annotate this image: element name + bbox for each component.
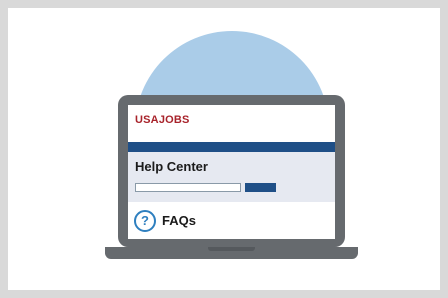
laptop-base <box>105 247 358 259</box>
illustration-card: USAJOBS Help Center ? FAQs <box>8 8 440 290</box>
brand-logo: USAJOBS <box>135 114 190 126</box>
laptop-base-notch <box>208 247 255 251</box>
laptop-screen: USAJOBS Help Center ? FAQs <box>128 105 335 239</box>
search-button <box>245 183 276 192</box>
faq-item: ? FAQs <box>128 208 335 239</box>
search-input <box>135 183 241 192</box>
laptop-icon: USAJOBS Help Center ? FAQs <box>118 95 345 247</box>
help-center-panel: Help Center <box>128 152 335 202</box>
nav-bar <box>128 142 335 152</box>
help-center-title: Help Center <box>135 159 208 174</box>
question-circle-icon: ? <box>134 210 156 232</box>
faq-label: FAQs <box>162 213 196 228</box>
